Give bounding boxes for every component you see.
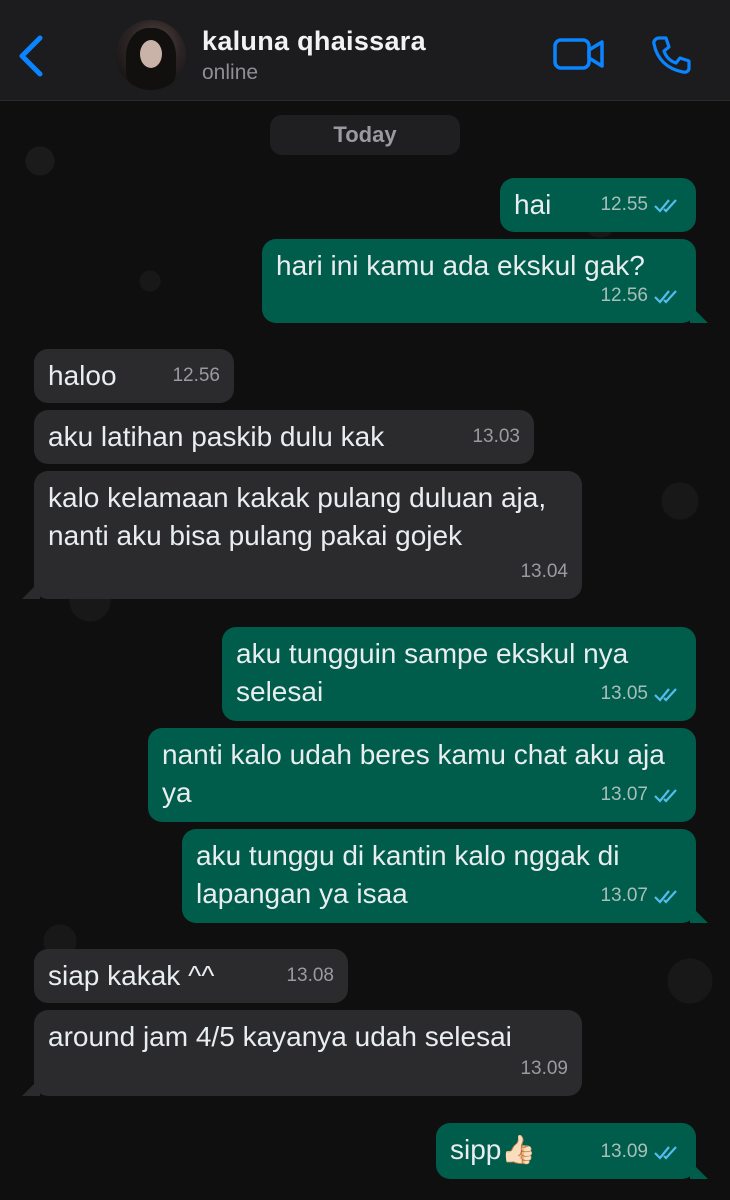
contact-name[interactable]: kaluna qhaissara (202, 26, 426, 57)
message-bubble-outgoing[interactable]: nanti kalo udah beres kamu chat aku aja … (148, 728, 696, 822)
message-time: 13.08 (286, 965, 334, 986)
message-text: kalo kelamaan kakak pulang duluan aja, n… (48, 482, 547, 551)
message-bubble-incoming[interactable]: aku latihan paskib dulu kak 13.03 (34, 410, 534, 464)
read-receipt-icon (654, 1146, 677, 1160)
message-time: 12.55 (600, 194, 648, 215)
video-call-icon[interactable] (552, 34, 606, 74)
message-time: 13.07 (600, 784, 648, 805)
read-receipt-icon (654, 688, 677, 702)
chat-area[interactable]: Today hai 12.55 hari ini kamu ada ekskul… (0, 101, 730, 1200)
message-bubble-incoming[interactable]: around jam 4/5 kayanya udah selesai 13.0… (22, 1010, 582, 1096)
contact-status: online (202, 61, 259, 84)
message-time: 13.09 (600, 1141, 648, 1162)
message-time: 13.05 (600, 683, 648, 704)
message-bubble-outgoing[interactable]: sipp👍🏻 13.09 (436, 1123, 708, 1179)
message-time: 13.04 (520, 561, 568, 582)
chat-header: kaluna qhaissara online (0, 0, 730, 101)
message-bubble-outgoing[interactable]: hari ini kamu ada ekskul gak? 12.56 (262, 239, 708, 323)
message-time: 13.07 (600, 885, 648, 906)
message-time: 13.03 (472, 426, 520, 447)
message-text: around jam 4/5 kayanya udah selesai (48, 1021, 512, 1052)
read-receipt-icon (654, 199, 677, 213)
message-bubble-outgoing[interactable]: aku tungguin sampe ekskul nya selesai 13… (222, 627, 696, 721)
read-receipt-icon (654, 789, 677, 803)
message-bubble-incoming[interactable]: haloo 12.56 (34, 349, 234, 403)
message-bubble-outgoing[interactable]: aku tunggu di kantin kalo nggak di lapan… (182, 829, 708, 923)
message-bubble-incoming[interactable]: siap kakak ^^ 13.08 (34, 949, 348, 1003)
message-text: aku latihan paskib dulu kak (48, 421, 385, 452)
contact-avatar[interactable] (116, 20, 186, 90)
message-time: 12.56 (600, 285, 648, 306)
read-receipt-icon (654, 890, 677, 904)
phone-call-icon[interactable] (650, 34, 692, 76)
date-separator: Today (270, 115, 460, 155)
message-bubble-incoming[interactable]: kalo kelamaan kakak pulang duluan aja, n… (22, 471, 582, 599)
message-time: 13.09 (520, 1058, 568, 1079)
read-receipt-icon (654, 290, 677, 304)
message-bubble-outgoing[interactable]: hai 12.55 (500, 178, 696, 232)
message-time: 12.56 (172, 365, 220, 386)
back-chevron-icon[interactable] (14, 32, 50, 80)
